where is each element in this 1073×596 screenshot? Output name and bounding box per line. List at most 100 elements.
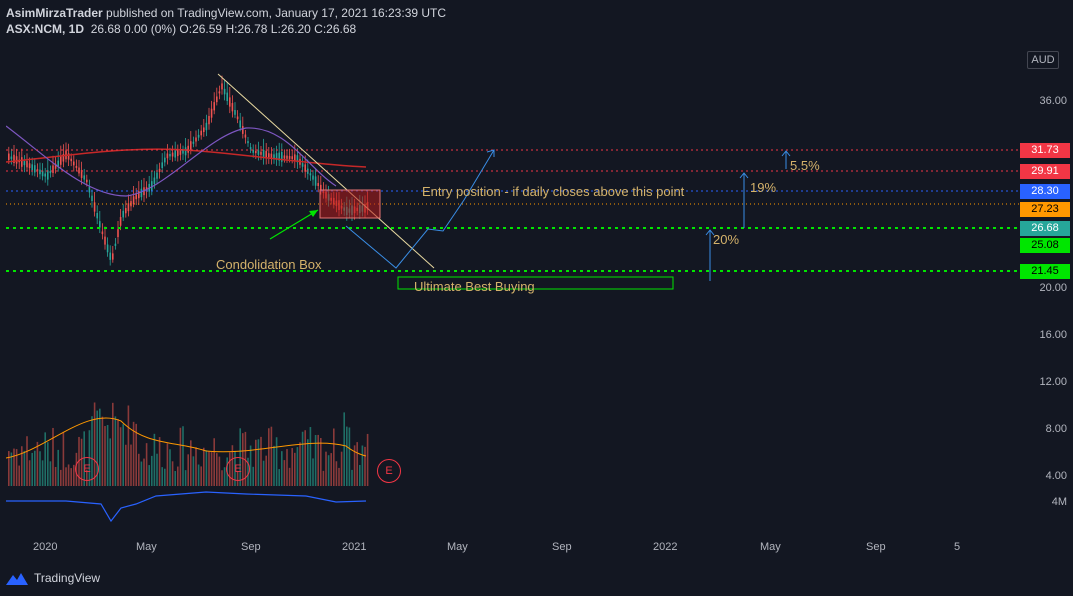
candle-body [83,175,85,180]
consolidation-annotation: Condolidation Box [216,257,322,272]
volume-bar [153,433,156,486]
volume-bar [184,470,187,486]
volume-bar [151,455,153,486]
price-label: 4.00 [1045,470,1067,482]
volume-bar [307,439,309,486]
volume-bar [335,461,338,486]
time-axis[interactable]: 2020 May Sep 2021 May Sep 2022 May Sep 5 [6,536,1020,558]
footer-brand[interactable]: TradingView [6,569,100,587]
volume-bar [156,453,158,486]
candle-body [218,91,221,94]
candle-body [122,210,124,218]
price-tag: 21.45 [1020,264,1070,279]
volume-bar [216,453,218,486]
earnings-badge-2[interactable]: E [226,457,250,481]
candle-body [195,137,197,142]
earnings-badge-3[interactable]: E [377,459,401,483]
candle-body [171,152,174,157]
volume-bar [177,466,179,486]
candle-body [169,153,171,157]
volume-bar [291,448,293,486]
candle-body [86,179,88,183]
ohlc-values: 26.68 0.00 (0%) O:26.59 H:26.78 L:26.20 … [90,22,357,36]
candle-body [190,141,192,151]
symbol-label[interactable]: ASX:NCM, 1D [6,22,84,36]
time-label: May [447,541,468,553]
volume-bar [327,455,330,486]
volume-bar [8,451,10,486]
earnings-badge-1[interactable]: E [75,457,99,481]
volume-bar [104,426,106,486]
candle-body [288,156,291,159]
volume-bar [343,412,345,486]
candle-body [119,217,122,226]
price-tag: 28.30 [1020,184,1070,199]
candle-body [244,134,247,138]
volume-bar [106,424,109,486]
volume-bar [60,469,62,486]
volume-bar [197,464,200,486]
volume-bar [166,443,169,486]
volume-bar [169,449,171,486]
volume-bar [70,468,72,486]
volume-bar [41,460,44,486]
volume-bar [62,431,65,486]
volume-bar [249,445,252,486]
candle-body [301,163,304,167]
volume-bar [210,452,213,486]
candle-body [208,116,210,125]
volume-label: 4M [1051,496,1067,508]
time-label: Sep [241,541,261,553]
volume-bar [119,427,122,486]
candle-body [203,127,205,132]
candle-body [226,92,228,101]
volume-bar [145,443,148,486]
volume-bar [309,427,312,486]
candle-body [234,110,236,115]
candle-body [73,161,75,166]
volume-bar [364,446,366,486]
volume-bar [260,436,262,486]
volume-bar [44,432,46,486]
price-tag: 29.91 [1020,164,1070,179]
volume-bar [171,461,174,486]
volume-bar [195,447,197,486]
candle-body [47,170,49,180]
price-axis[interactable]: 36.00 31.73 29.91 28.30 27.23 26.68 25.0… [1020,46,1073,536]
candle-body [96,213,98,219]
price-tag: 26.68 [1020,221,1070,236]
volume-bar [127,405,130,486]
volume-bar [317,434,319,486]
volume-bar [140,461,143,486]
author-name[interactable]: AsimMirzaTrader [6,6,103,20]
volume-bar [99,408,101,486]
volume-bar [270,426,273,486]
published-text: published on TradingView.com, January 17… [102,6,447,20]
volume-bar [218,456,221,486]
volume-bar [200,466,202,486]
candle-body [182,150,184,154]
candle-body [216,96,218,103]
candle-body [286,155,288,159]
chart-header: AsimMirzaTrader published on TradingView… [6,5,446,37]
volume-bar [322,470,325,486]
volume-bar [294,452,296,486]
candle-body [28,163,31,169]
volume-bar [275,437,278,486]
time-label: May [760,541,781,553]
candle-body [44,173,46,177]
candle-body [132,196,135,205]
volume-bar [164,468,166,486]
volume-bar [21,446,23,486]
volume-bar [351,469,353,486]
time-label: 2022 [653,541,678,553]
entry-annotation: Entry position - if daily closes above t… [422,184,685,199]
price-chart[interactable] [6,46,1020,558]
time-label: 2020 [33,541,58,553]
volume-bar [122,424,124,486]
volume-bar [10,452,13,486]
volume-bar [221,470,223,486]
volume-bar [18,465,20,486]
volume-bar [174,470,176,486]
volume-bar [281,451,283,486]
